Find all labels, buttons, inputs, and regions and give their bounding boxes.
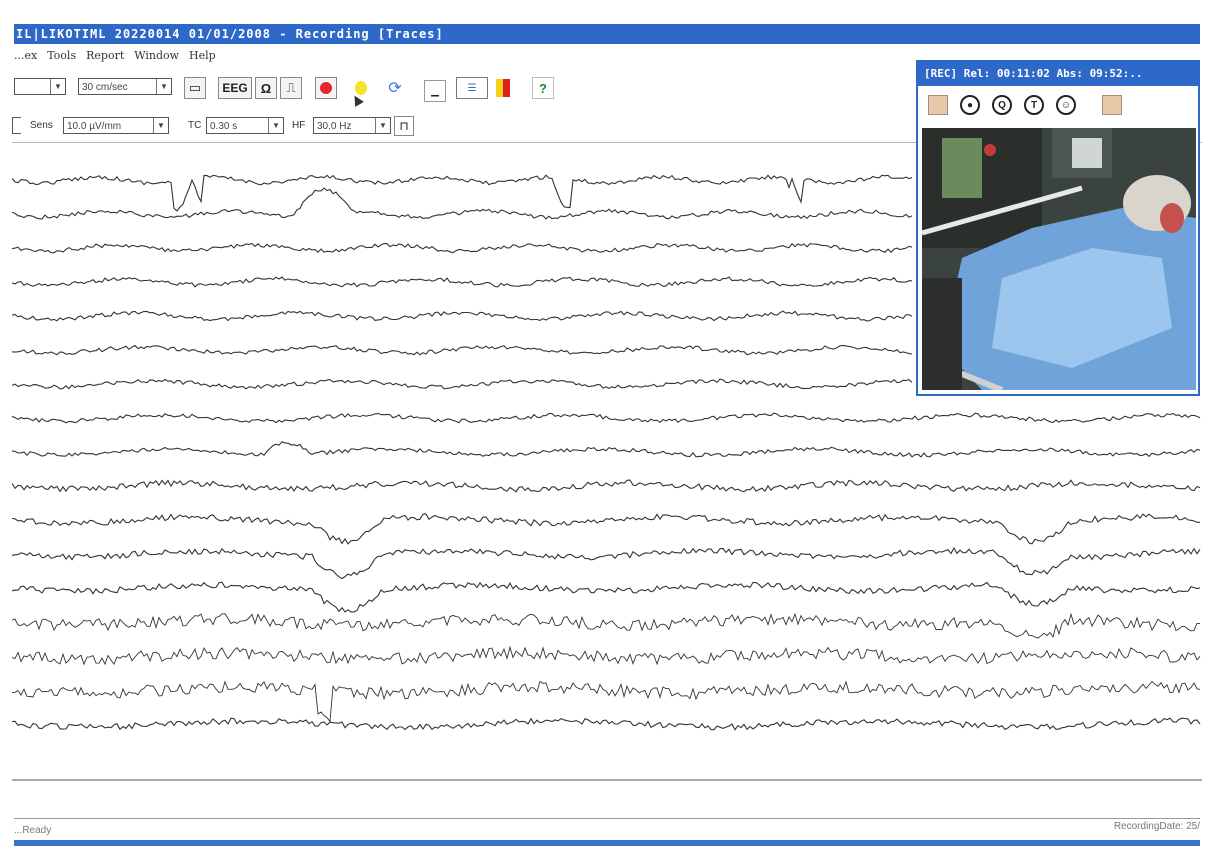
monitor-icon: ▭ [188, 80, 202, 95]
eeg-channel-trace [12, 546, 1201, 580]
video-title-bar: [REC] Rel: 00:11:02 Abs: 09:52:.. [918, 62, 1198, 86]
page-button[interactable]: ▁ [424, 80, 446, 102]
video-settings-icon[interactable]: T [1024, 95, 1044, 115]
tc-label: TC [188, 120, 202, 131]
video-back-button[interactable] [928, 95, 948, 115]
high-filter-value: 30.0 Hz [317, 121, 352, 132]
eeg-channel-trace [12, 242, 913, 254]
refresh-button[interactable]: ⟳ [384, 77, 406, 99]
time-constant-value: 0.30 s [210, 121, 238, 132]
color-button[interactable] [492, 77, 514, 99]
speed-value: 30 cm/sec [82, 82, 128, 93]
status-left: ...Ready [14, 825, 52, 836]
eeg-channel-trace [12, 344, 913, 356]
chevron-down-icon: ▼ [153, 118, 168, 133]
impedance-button[interactable]: Ω [255, 77, 277, 99]
status-recording-date: RecordingDate: 25/ [1113, 821, 1200, 832]
menu-item-report[interactable]: Report [86, 49, 124, 67]
patient-video-frame [922, 128, 1196, 390]
record-icon [320, 82, 332, 94]
window-title-bar: IL|LIKOTIML 20220014 01/01/2008 - Record… [14, 24, 1200, 44]
video-play-icon[interactable]: ● [960, 95, 980, 115]
chevron-down-icon: ▼ [156, 79, 171, 94]
eeg-channel-trace [12, 581, 1201, 613]
eeg-channel-trace [12, 412, 1201, 424]
eeg-channel-trace [12, 378, 913, 390]
video-zoom-icon[interactable]: Q [992, 95, 1012, 115]
eeg-button[interactable]: EEG [218, 77, 252, 99]
taskbar-strip [14, 840, 1200, 846]
refresh-icon: ⟳ [388, 80, 402, 97]
chevron-down-icon: ▼ [268, 118, 283, 133]
video-window[interactable]: [REC] Rel: 00:11:02 Abs: 09:52:.. ● Q T … [916, 60, 1200, 396]
eeg-channel-trace [12, 310, 913, 322]
record-button[interactable] [315, 77, 337, 99]
chevron-down-icon: ▼ [375, 118, 390, 133]
color-palette-icon [496, 79, 510, 97]
eeg-channel-trace [12, 479, 1201, 493]
video-controls: ● Q T ☺ [918, 86, 1198, 124]
video-timestamp: [REC] Rel: 00:11:02 Abs: 09:52:.. [924, 67, 1143, 80]
channel-toggle[interactable] [12, 117, 21, 134]
filter-icon: ⊓ [399, 119, 409, 133]
chevron-down-icon: ▼ [50, 79, 65, 94]
eeg-button-label: EEG [222, 81, 248, 95]
page-icon: ▁ [431, 85, 439, 97]
filter-button[interactable]: ⊓ [394, 116, 414, 136]
menu-item-help[interactable]: Help [189, 49, 216, 67]
eeg-channel-trace [12, 174, 913, 212]
eeg-channel-trace [12, 612, 1201, 639]
time-constant-select[interactable]: 0.30 s ▼ [206, 117, 284, 134]
display-button[interactable]: ▭ [184, 77, 206, 99]
ohm-icon: Ω [260, 80, 272, 96]
sens-label: Sens [30, 120, 53, 131]
high-filter-select[interactable]: 30.0 Hz ▼ [313, 117, 391, 134]
menu-item-tools[interactable]: Tools [47, 49, 76, 67]
help-button-label: ? [539, 80, 547, 96]
layout-icon: ☰ [467, 82, 477, 94]
video-options-icon[interactable]: ☺ [1056, 95, 1076, 115]
sensitivity-select[interactable]: 10.0 µV/mm ▼ [63, 117, 169, 134]
montage-select[interactable]: ▼ [14, 78, 66, 95]
menu-bar: ...ex Tools Report Window Help [14, 49, 216, 67]
square-wave-icon: ⎍ [286, 80, 296, 95]
menu-item-window[interactable]: Window [134, 49, 179, 67]
sensitivity-value: 10.0 µV/mm [67, 121, 122, 132]
eeg-channel-trace [12, 513, 1201, 545]
menu-item-view[interactable]: ...ex [14, 49, 37, 67]
speed-select[interactable]: 30 cm/sec ▼ [78, 78, 172, 95]
eeg-channel-trace [12, 187, 913, 220]
hf-label: HF [292, 120, 306, 131]
eeg-channel-trace [12, 645, 1201, 666]
layout-button[interactable]: ☰ [456, 77, 488, 99]
eeg-channel-trace [12, 276, 913, 288]
video-forward-button[interactable] [1102, 95, 1122, 115]
window-title: IL|LIKOTIML 20220014 01/01/2008 - Record… [16, 27, 444, 41]
eeg-channel-trace [12, 680, 1201, 723]
eeg-channel-trace [12, 441, 1201, 458]
calibration-button[interactable]: ⎍ [280, 77, 302, 99]
help-button[interactable]: ? [532, 77, 554, 99]
status-bar: ...Ready RecordingDate: 25/ [14, 818, 1200, 839]
eeg-channel-trace [12, 717, 1201, 731]
